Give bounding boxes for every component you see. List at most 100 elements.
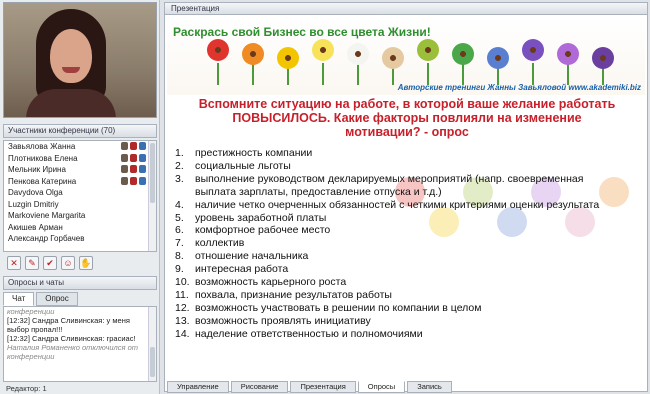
participants-scrollbar[interactable]	[148, 141, 156, 251]
participant-name: Davydova Olga	[8, 188, 63, 197]
poll-item: 10. возможность карьерного роста	[175, 276, 615, 289]
poll-item-number: 12.	[175, 301, 190, 314]
presentation-panel: Презентация Раскрась свой Бизнес во все …	[164, 2, 648, 393]
poll-item-number: 2.	[175, 159, 184, 172]
participant-row[interactable]: Пенкова Катерина	[4, 176, 156, 188]
user-icon	[121, 142, 128, 150]
bottom-tab[interactable]: Запись	[407, 381, 452, 393]
check-icon[interactable]: ✔	[43, 256, 57, 270]
poll-item-text: коллектив	[195, 237, 245, 250]
smile-icon[interactable]: ☺	[61, 256, 75, 270]
flower-icon	[382, 47, 404, 69]
participant-status-icons	[121, 165, 146, 173]
chat-message: [12:32] Сандра Сливинская: у меня выбор …	[7, 316, 130, 334]
poll-item-number: 4.	[175, 198, 184, 211]
flower-icon	[522, 39, 544, 61]
participant-row[interactable]: Мельник Ирина	[4, 164, 156, 176]
poll-item-number: 6.	[175, 224, 184, 237]
chat-message: Наталия Романенко отключился от конферен…	[7, 343, 138, 361]
participant-name: Плотникова Елена	[8, 153, 78, 163]
pencil-icon	[130, 176, 137, 185]
participant-name: Пенкова Катерина	[8, 176, 77, 186]
participant-row[interactable]: Luzgin Dmitriy	[4, 199, 156, 211]
slide: Раскрась свой Бизнес во все цвета Жизни!…	[167, 17, 645, 379]
participant-row[interactable]: Александр Горбачев	[4, 233, 156, 245]
poll-item-text: возможность участвовать в решении по ком…	[195, 301, 482, 314]
poll-item: 4. наличие четко очерченных обязанностей …	[175, 199, 615, 212]
poll-item: 3. выполнение руководством декларируемых …	[175, 173, 615, 199]
mic-icon	[139, 165, 146, 173]
poll-items: 1. престижность компании 2. социальные льго…	[175, 147, 615, 341]
participant-status-icons	[121, 142, 146, 150]
poll-item: 6. комфортное рабочее место	[175, 224, 615, 237]
participants-list: Завьялова Жанна Плотникова Елена Мельник И…	[3, 140, 157, 252]
poll-item-text: престижность компании	[195, 147, 313, 159]
chat-message: конференции	[7, 307, 55, 316]
poll-item-number: 11.	[175, 288, 189, 301]
bottom-tab[interactable]: Рисование	[230, 381, 289, 393]
participant-row[interactable]: Markoviene Margarita	[4, 210, 156, 222]
poll-item-number: 5.	[175, 211, 184, 224]
pencil-icon	[130, 142, 137, 150]
flower-icon	[557, 43, 579, 65]
mic-icon	[139, 176, 146, 185]
participants-title: Участники конференции (70)	[3, 124, 157, 138]
bottom-tab[interactable]: Опросы	[357, 381, 406, 393]
participant-row[interactable]: Davydova Olga	[4, 187, 156, 199]
chat-input[interactable]: Редактор: 1	[3, 384, 157, 394]
presentation-title: Презентация	[165, 3, 647, 15]
poll-item-text: возможность проявлять инициативу	[195, 314, 371, 327]
poll-item-text: уровень заработной платы	[195, 211, 327, 224]
poll-item: 11. похвала, признание результатов работы	[175, 289, 615, 302]
slide-heading: Вспомните ситуацию на работе, в которой …	[198, 97, 616, 139]
participant-toolbar: ✕ ✎ ✔ ☺ ✋	[3, 254, 157, 272]
remove-icon[interactable]: ✕	[7, 256, 21, 270]
chat-log: конференции [12:32] Сандра Сливинская: у …	[3, 306, 157, 382]
banner-title: Раскрась свой Бизнес во все цвета Жизни!	[173, 25, 431, 39]
poll-item-number: 9.	[175, 263, 184, 276]
poll-item: 5. уровень заработной платы	[175, 212, 615, 225]
poll-item-text: отношение начальника	[195, 250, 309, 263]
hand-icon[interactable]: ✋	[79, 256, 93, 270]
bottom-tab[interactable]: Управление	[167, 381, 229, 393]
participant-name: Luzgin Dmitriy	[8, 199, 59, 209]
participant-status-icons	[121, 176, 146, 185]
poll-item: 14. наделение ответственностью и полномоч…	[175, 328, 615, 341]
banner-credit: Авторские тренинги Жанны Завьяловой www.…	[397, 83, 641, 92]
conference-app: Участники конференции (70) Завьялова Жан…	[0, 0, 650, 394]
left-column: Участники конференции (70) Завьялова Жан…	[0, 0, 160, 394]
mic-icon	[139, 142, 146, 150]
poll-item-number: 10.	[175, 276, 190, 289]
mic-icon	[139, 153, 146, 162]
chat-tab[interactable]: Чат	[3, 292, 35, 306]
chat-tabs: Чат Опрос	[3, 292, 157, 306]
poll-item: 13. возможность проявлять инициативу	[175, 315, 615, 328]
flower-icon	[312, 39, 334, 61]
participant-row[interactable]: Завьялова Жанна	[4, 141, 156, 153]
poll-item: 1. престижность компании	[175, 147, 615, 160]
chat-scrollbar[interactable]	[148, 307, 156, 381]
chat-message: [12:32] Сандра Сливинская: грасиас!	[7, 334, 136, 343]
user-icon	[121, 165, 128, 173]
participant-row[interactable]: Плотникова Елена	[4, 153, 156, 165]
participant-row[interactable]: Акишев Арман	[4, 222, 156, 234]
flower-icon	[592, 47, 614, 69]
pencil-icon	[130, 165, 137, 173]
participant-name: Markoviene Margarita	[8, 211, 86, 220]
flower-icon	[207, 39, 229, 61]
participant-name: Александр Горбачев	[8, 234, 85, 243]
user-icon	[121, 176, 128, 185]
chat-tab[interactable]: Опрос	[36, 292, 78, 306]
webcam-video	[3, 2, 157, 118]
poll-item: 8. отношение начальника	[175, 250, 615, 263]
poll-item-number: 8.	[175, 250, 184, 263]
participant-name: Акишев Арман	[8, 222, 63, 232]
flower-icon	[242, 43, 264, 65]
pencil-icon[interactable]: ✎	[25, 256, 39, 270]
poll-item-number: 14.	[175, 327, 190, 340]
bottom-tab[interactable]: Презентация	[290, 381, 356, 393]
poll-item-text: наделение ответственностью и полномочиям…	[195, 327, 423, 340]
participant-name: Завьялова Жанна	[8, 142, 76, 151]
participant-status-icons	[121, 153, 146, 162]
poll-item-text: наличие четко очерченных обязанностей с …	[195, 198, 600, 211]
